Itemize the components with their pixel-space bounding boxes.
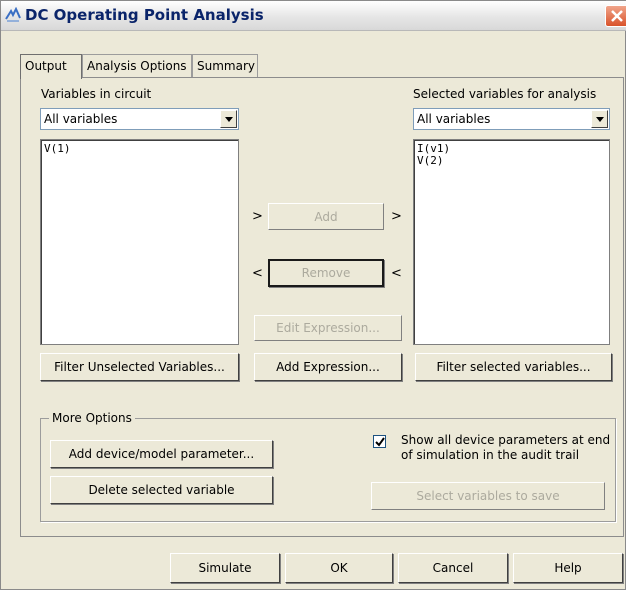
cancel-button[interactable]: Cancel bbox=[398, 553, 508, 583]
label-line: of simulation in the audit trail bbox=[401, 448, 580, 462]
checkmark-icon bbox=[375, 437, 385, 447]
edit-expression-button[interactable]: Edit Expression... bbox=[254, 315, 402, 341]
close-button[interactable] bbox=[605, 5, 626, 27]
title-bar[interactable]: DC Operating Point Analysis bbox=[1, 1, 626, 31]
delete-variable-button[interactable]: Delete selected variable bbox=[50, 476, 273, 504]
help-button[interactable]: Help bbox=[513, 553, 623, 583]
button-label: Remove bbox=[301, 266, 351, 280]
circuit-variables-list[interactable]: V(1) bbox=[40, 139, 239, 345]
ok-button[interactable]: OK bbox=[285, 553, 393, 583]
tab-label: Summary bbox=[197, 59, 255, 73]
button-label: Cancel bbox=[432, 561, 474, 575]
add-device-parameter-button[interactable]: Add device/model parameter... bbox=[50, 440, 273, 468]
app-icon bbox=[5, 6, 21, 23]
add-arrow-left: > bbox=[252, 209, 263, 224]
chevron-down-icon[interactable] bbox=[591, 110, 608, 128]
variables-in-circuit-label: Variables in circuit bbox=[41, 87, 152, 101]
filter-unselected-button[interactable]: Filter Unselected Variables... bbox=[40, 353, 239, 381]
button-label: Filter Unselected Variables... bbox=[54, 360, 225, 374]
button-label: Delete selected variable bbox=[88, 483, 235, 497]
tab-label: Output bbox=[25, 59, 67, 73]
button-label: Edit Expression... bbox=[276, 321, 380, 335]
window-title: DC Operating Point Analysis bbox=[25, 6, 264, 24]
filter-selected-button[interactable]: Filter selected variables... bbox=[415, 353, 612, 381]
list-item[interactable]: I(v1) bbox=[417, 143, 606, 155]
remove-arrow-left: < bbox=[252, 266, 263, 281]
tab-analysis-options[interactable]: Analysis Options bbox=[82, 54, 192, 78]
tab-label: Analysis Options bbox=[87, 59, 187, 73]
show-device-params-label: Show all device parameters at end of sim… bbox=[401, 433, 610, 463]
dialog-window: DC Operating Point Analysis Output Analy… bbox=[0, 0, 626, 590]
tab-output[interactable]: Output bbox=[20, 54, 82, 79]
label-line: Show all device parameters at end bbox=[401, 433, 611, 447]
right-filter-value: All variables bbox=[417, 112, 491, 126]
add-expression-button[interactable]: Add Expression... bbox=[254, 353, 402, 381]
add-button[interactable]: Add bbox=[268, 203, 384, 230]
tab-summary[interactable]: Summary bbox=[192, 54, 258, 78]
button-label: Simulate bbox=[198, 561, 252, 575]
left-filter-dropdown[interactable]: All variables bbox=[40, 108, 239, 130]
select-variables-to-save-button[interactable]: Select variables to save bbox=[371, 482, 605, 510]
list-item[interactable]: V(1) bbox=[44, 143, 235, 155]
remove-button[interactable]: Remove bbox=[268, 259, 384, 287]
add-arrow-right: > bbox=[391, 209, 402, 224]
selected-variables-list[interactable]: I(v1) V(2) bbox=[413, 139, 610, 345]
button-label: OK bbox=[330, 561, 348, 575]
button-label: Filter selected variables... bbox=[436, 360, 591, 374]
selected-variables-label: Selected variables for analysis bbox=[413, 87, 597, 101]
simulate-button[interactable]: Simulate bbox=[170, 553, 280, 583]
list-item[interactable]: V(2) bbox=[417, 155, 606, 167]
button-label: Select variables to save bbox=[416, 489, 560, 503]
right-filter-dropdown[interactable]: All variables bbox=[413, 108, 610, 130]
show-device-params-checkbox[interactable] bbox=[373, 435, 386, 448]
button-label: Help bbox=[554, 561, 582, 575]
left-filter-value: All variables bbox=[44, 112, 118, 126]
button-label: Add bbox=[314, 209, 338, 224]
button-label: Add Expression... bbox=[276, 360, 380, 374]
button-label: Add device/model parameter... bbox=[68, 447, 255, 461]
chevron-down-icon[interactable] bbox=[220, 110, 237, 128]
more-options-title: More Options bbox=[49, 411, 135, 425]
remove-arrow-right: < bbox=[391, 266, 402, 281]
